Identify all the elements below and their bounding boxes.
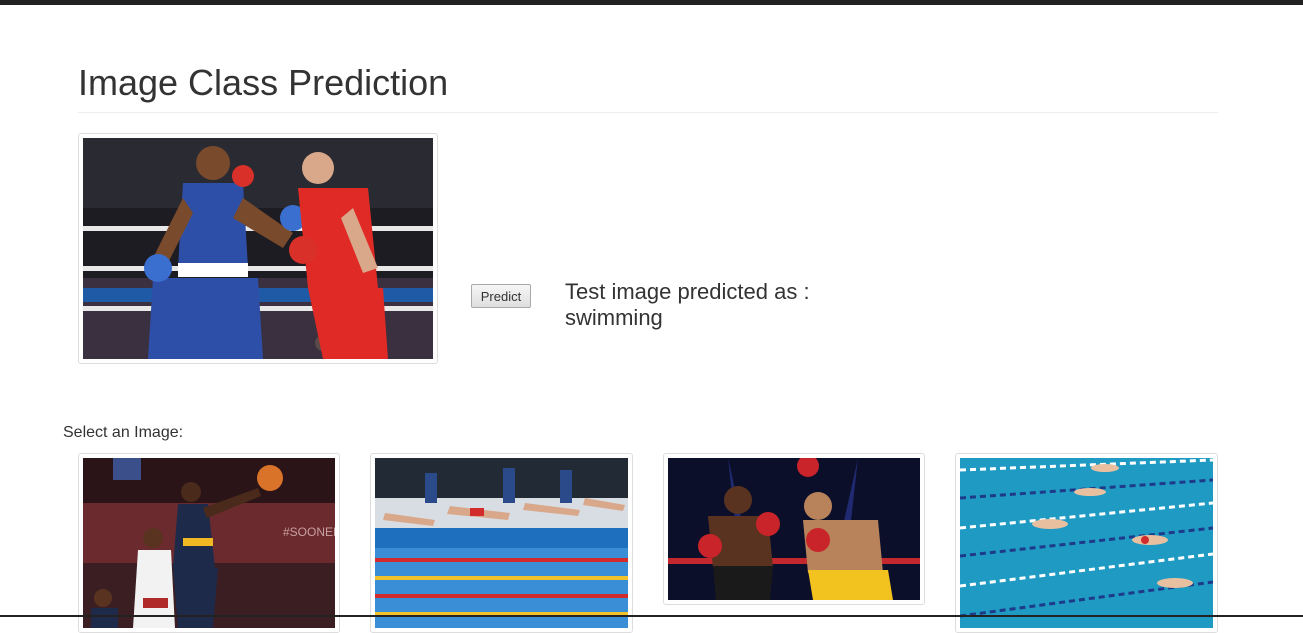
page-title: Image Class Prediction [78,62,449,103]
gallery-label: Select an Image: [63,424,184,441]
boxing-photo-2 [668,458,920,600]
selected-test-image [78,133,438,364]
boxing-photo [83,138,433,359]
prediction-result-label: Test image predicted as : [565,279,810,304]
predict-button[interactable]: Predict [471,284,531,308]
gallery-image-swimming-pool[interactable] [955,453,1218,633]
swimming-pool-photo [960,458,1213,628]
svg-text:#SOONERS: #SOONERS [283,525,335,539]
gallery-image-basketball[interactable]: #SOONERS [78,453,340,633]
prediction-result: Test image predicted as : swimming [565,279,865,331]
gallery-image-swimming-start[interactable] [370,453,633,633]
basketball-photo: #SOONERS [83,458,335,628]
swimming-start-photo [375,458,628,628]
title-divider [78,112,1218,113]
gallery-image-boxing[interactable] [663,453,925,605]
prediction-result-value: swimming [565,305,663,330]
browser-top-bar [0,0,1303,5]
